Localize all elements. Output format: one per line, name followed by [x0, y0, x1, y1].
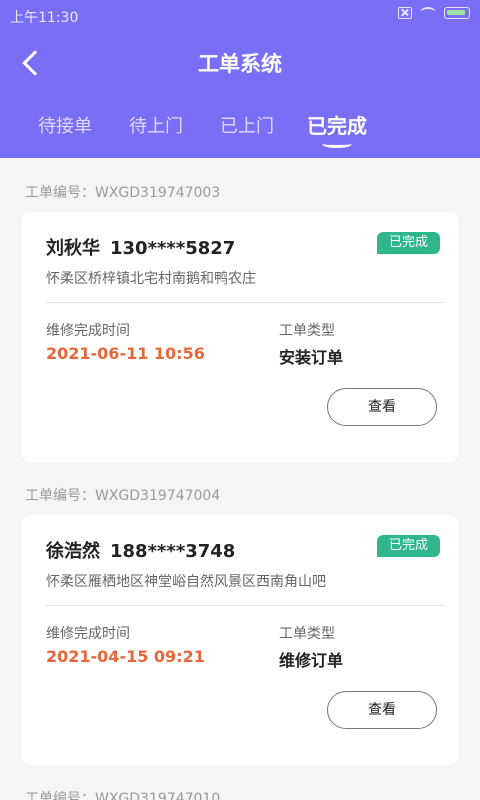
page-title: 工单系统 — [198, 52, 282, 76]
order-number: 工单编号：WXGD319747004 — [25, 488, 221, 504]
tab-visited[interactable]: 已上门 — [220, 112, 274, 138]
divider — [46, 605, 444, 606]
divider — [46, 302, 444, 303]
status-time: 上午11:30 — [10, 10, 79, 26]
completion-time-label: 维修完成时间 — [46, 323, 130, 339]
completion-time-value: 2021-04-15 09:21 — [46, 647, 205, 666]
order-type-value: 维修订单 — [279, 651, 344, 670]
customer-name: 刘秋华 — [46, 238, 100, 259]
order-type-label: 工单类型 — [279, 626, 335, 642]
tab-pending-visit[interactable]: 待上门 — [129, 112, 183, 138]
battery-icon — [444, 7, 470, 19]
order-card[interactable]: 徐浩然 188****3748 已完成 怀柔区雁栖地区神堂峪自然风景区西南角山吧 … — [22, 515, 458, 765]
status-icons — [398, 7, 470, 19]
order-number: 工单编号：WXGD319747003 — [25, 185, 221, 201]
status-badge: 已完成 — [376, 232, 440, 254]
wifi-icon — [420, 7, 436, 19]
tab-completed[interactable]: 已完成 — [307, 110, 367, 139]
completion-time-label: 维修完成时间 — [46, 626, 130, 642]
customer-phone: 130****5827 — [110, 238, 236, 259]
order-type-value: 安装订单 — [279, 348, 344, 367]
customer-address: 怀柔区雁栖地区神堂峪自然风景区西南角山吧 — [46, 574, 326, 590]
customer-info: 徐浩然 188****3748 — [46, 537, 235, 563]
order-card[interactable]: 刘秋华 130****5827 已完成 怀柔区桥梓镇北宅村南鹅和鸭农庄 维修完成时… — [22, 212, 458, 462]
customer-phone: 188****3748 — [110, 541, 236, 562]
view-button[interactable]: 查看 — [327, 388, 437, 426]
order-type-label: 工单类型 — [279, 323, 335, 339]
customer-name: 徐浩然 — [46, 541, 100, 562]
customer-info: 刘秋华 130****5827 — [46, 234, 235, 260]
status-badge: 已完成 — [376, 535, 440, 557]
status-bar: 上午11:30 — [0, 0, 480, 30]
no-sim-icon — [398, 7, 412, 19]
tab-bar: 待接单 待上门 已上门 已完成 — [0, 112, 480, 152]
customer-address: 怀柔区桥梓镇北宅村南鹅和鸭农庄 — [46, 271, 256, 287]
active-tab-indicator — [322, 140, 352, 148]
header-bar: 上午11:30 工单系统 待接单 待上门 已上门 已完成 — [0, 0, 480, 158]
tab-pending-accept[interactable]: 待接单 — [38, 112, 92, 138]
order-number: 工单编号：WXGD319747010 — [25, 791, 221, 800]
completion-time-value: 2021-06-11 10:56 — [46, 344, 205, 363]
view-button[interactable]: 查看 — [327, 691, 437, 729]
